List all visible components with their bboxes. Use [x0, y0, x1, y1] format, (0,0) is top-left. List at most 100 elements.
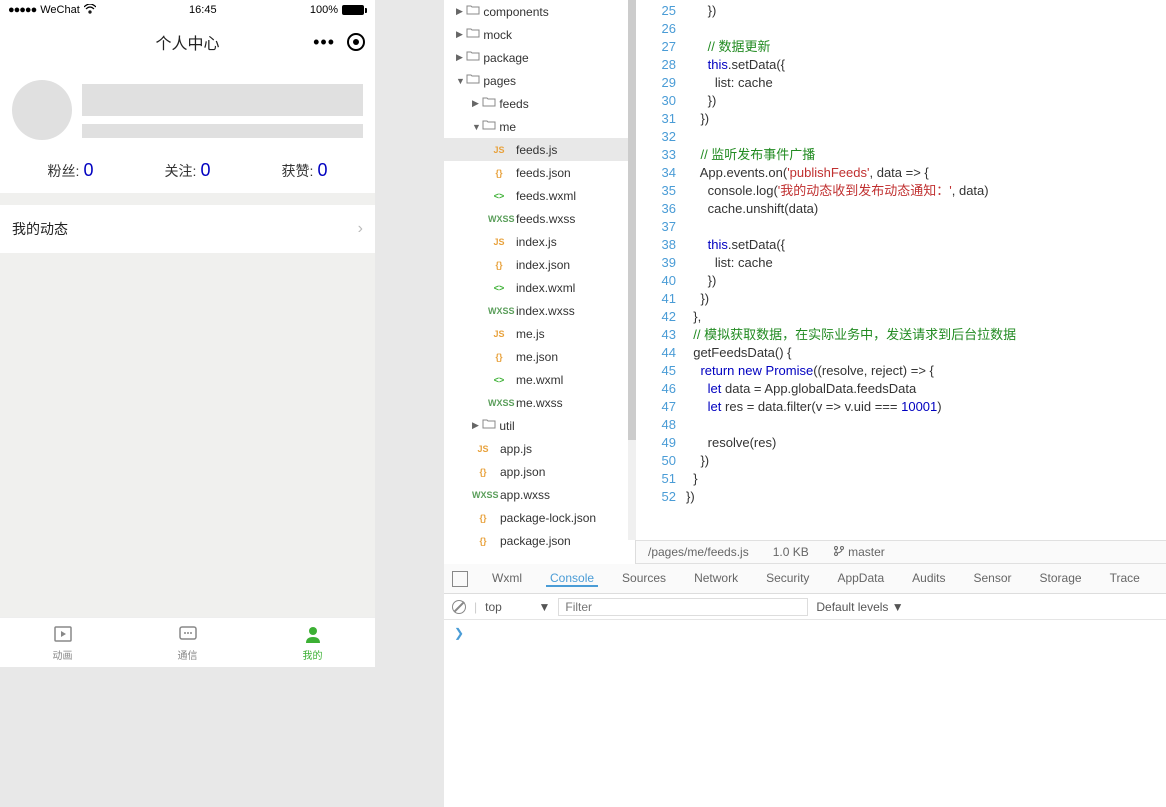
file-size: 1.0 KB — [773, 545, 809, 559]
chevron-right-icon: › — [358, 220, 363, 238]
file-ext-icon: JS — [488, 329, 510, 339]
file-ext-icon: WXSS — [488, 398, 510, 408]
file-index.js[interactable]: JSindex.js — [444, 230, 635, 253]
phone-status-bar: ●●●●● WeChat 16:45 100% — [0, 0, 375, 20]
devtab-appdata[interactable]: AppData — [833, 571, 888, 585]
file-ext-icon: JS — [488, 145, 510, 155]
editor-status-bar: /pages/me/feeds.js 1.0 KB master — [636, 540, 1166, 564]
folder-me[interactable]: ▼ me — [444, 115, 635, 138]
file-ext-icon: {} — [488, 260, 510, 270]
devtab-sources[interactable]: Sources — [618, 571, 670, 585]
file-ext-icon: {} — [472, 513, 494, 523]
folder-icon — [482, 118, 496, 135]
devtab-console[interactable]: Console — [546, 571, 598, 587]
expand-arrow-icon[interactable]: ▼ — [456, 76, 466, 86]
file-me.wxml[interactable]: <>me.wxml — [444, 368, 635, 391]
tab-chat[interactable]: 通信 — [125, 618, 250, 667]
file-index.wxss[interactable]: WXSSindex.wxss — [444, 299, 635, 322]
tree-scrollbar[interactable] — [628, 0, 636, 540]
code-editor[interactable]: 2526272829303132333435363738394041424344… — [636, 0, 1166, 540]
expand-arrow-icon[interactable]: ▶ — [472, 98, 482, 109]
file-feeds.wxss[interactable]: WXSSfeeds.wxss — [444, 207, 635, 230]
folder-pages[interactable]: ▼ pages — [444, 69, 635, 92]
stat-follow[interactable]: 关注:0 — [129, 160, 246, 181]
file-ext-icon: JS — [472, 444, 494, 454]
expand-arrow-icon[interactable]: ▶ — [456, 6, 466, 17]
tab-bar: 动画 通信 我的 — [0, 617, 375, 667]
phone-nav-bar: 个人中心 ••• — [0, 20, 375, 64]
user-icon — [302, 623, 324, 645]
expand-arrow-icon[interactable]: ▼ — [472, 122, 482, 132]
folder-icon — [482, 95, 496, 112]
file-ext-icon: <> — [488, 375, 510, 385]
file-app.js[interactable]: JSapp.js — [444, 437, 635, 460]
phone-content: 粉丝:0 关注:0 获赞:0 我的动态 › — [0, 64, 375, 617]
git-branch[interactable]: master — [833, 545, 885, 559]
list-item-my-feeds[interactable]: 我的动态 › — [0, 205, 375, 253]
tab-feed[interactable]: 动画 — [0, 618, 125, 667]
folder-icon — [466, 26, 480, 43]
file-ext-icon: JS — [488, 237, 510, 247]
file-feeds.wxml[interactable]: <>feeds.wxml — [444, 184, 635, 207]
file-index.wxml[interactable]: <>index.wxml — [444, 276, 635, 299]
folder-feeds[interactable]: ▶ feeds — [444, 92, 635, 115]
file-package.json[interactable]: {}package.json — [444, 529, 635, 552]
console-filter-input[interactable] — [558, 598, 808, 616]
context-dropdown[interactable]: top ▼ — [485, 600, 550, 614]
line-gutter: 2526272829303132333435363738394041424344… — [636, 0, 686, 540]
file-me.json[interactable]: {}me.json — [444, 345, 635, 368]
folder-icon — [466, 3, 480, 20]
console-toolbar: | top ▼ Default levels ▼ — [444, 594, 1166, 620]
file-feeds.json[interactable]: {}feeds.json — [444, 161, 635, 184]
file-index.json[interactable]: {}index.json — [444, 253, 635, 276]
expand-arrow-icon[interactable]: ▶ — [472, 420, 482, 431]
file-ext-icon: <> — [488, 191, 510, 201]
devtab-trace[interactable]: Trace — [1106, 571, 1144, 585]
devtab-security[interactable]: Security — [762, 571, 813, 585]
file-me.js[interactable]: JSme.js — [444, 322, 635, 345]
battery-icon — [342, 5, 367, 15]
stat-likes[interactable]: 获赞:0 — [246, 160, 363, 181]
file-explorer[interactable]: ▶ components▶ mock▶ package▼ pages▶ feed… — [444, 0, 636, 565]
folder-package[interactable]: ▶ package — [444, 46, 635, 69]
folder-icon — [466, 72, 480, 89]
stat-fans[interactable]: 粉丝:0 — [12, 160, 129, 181]
wifi-icon — [84, 4, 96, 17]
folder-icon — [482, 417, 496, 434]
page-title: 个人中心 — [155, 30, 219, 54]
capsule-close-icon[interactable] — [347, 33, 365, 51]
file-app.json[interactable]: {}app.json — [444, 460, 635, 483]
file-path: /pages/me/feeds.js — [648, 545, 749, 559]
expand-arrow-icon[interactable]: ▶ — [456, 29, 466, 40]
clear-console-icon[interactable] — [452, 600, 466, 614]
file-app.wxss[interactable]: WXSSapp.wxss — [444, 483, 635, 506]
file-package-lock.json[interactable]: {}package-lock.json — [444, 506, 635, 529]
file-feeds.js[interactable]: JSfeeds.js — [444, 138, 635, 161]
file-me.wxss[interactable]: WXSSme.wxss — [444, 391, 635, 414]
capsule-menu-icon[interactable]: ••• — [313, 32, 335, 53]
folder-components[interactable]: ▶ components — [444, 0, 635, 23]
code-body[interactable]: }) // 数据更新 this.setData({ list: cache })… — [686, 0, 1166, 540]
battery-percent: 100% — [310, 4, 338, 16]
devtab-storage[interactable]: Storage — [1036, 571, 1086, 585]
tab-me[interactable]: 我的 — [250, 618, 375, 667]
folder-util[interactable]: ▶ util — [444, 414, 635, 437]
console-prompt: ❯ — [454, 626, 464, 640]
folder-mock[interactable]: ▶ mock — [444, 23, 635, 46]
chat-icon — [177, 623, 199, 645]
signal-dots: ●●●●● — [8, 4, 36, 16]
list-item-label: 我的动态 — [12, 219, 68, 239]
levels-dropdown[interactable]: Default levels ▼ — [816, 600, 903, 614]
element-picker-icon[interactable] — [452, 571, 468, 587]
phone-simulator: ●●●●● WeChat 16:45 100% 个人中心 ••• — [0, 0, 375, 667]
profile-card: 粉丝:0 关注:0 获赞:0 — [0, 64, 375, 193]
folder-icon — [466, 49, 480, 66]
devtab-audits[interactable]: Audits — [908, 571, 949, 585]
expand-arrow-icon[interactable]: ▶ — [456, 52, 466, 63]
devtab-sensor[interactable]: Sensor — [970, 571, 1016, 585]
avatar[interactable] — [12, 80, 72, 140]
file-ext-icon: {} — [472, 536, 494, 546]
console-output[interactable]: ❯ — [444, 620, 1166, 807]
devtab-wxml[interactable]: Wxml — [488, 571, 526, 585]
devtab-network[interactable]: Network — [690, 571, 742, 585]
